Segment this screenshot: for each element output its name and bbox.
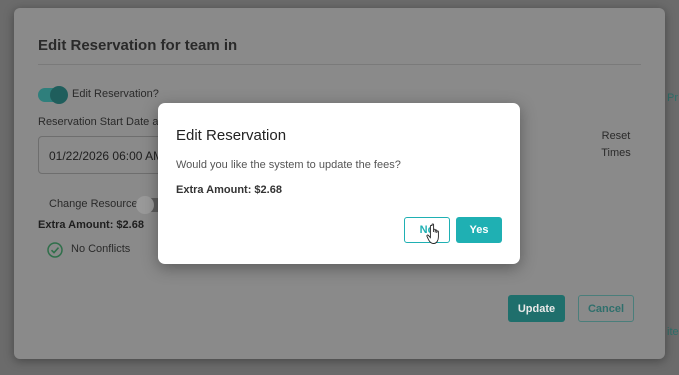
times-label: Times [601, 147, 631, 159]
start-date-label: Reservation Start Date and [38, 116, 158, 128]
background-edge-label: Pr [667, 92, 678, 104]
reset-times-link[interactable]: Reset Times [598, 128, 634, 162]
modal-divider [38, 64, 641, 65]
edit-reservation-label: Edit Reservation? [72, 88, 159, 100]
reset-label: Reset [601, 130, 631, 142]
start-date-value: 01/22/2026 06:00 AM [49, 149, 164, 163]
dialog-message: Would you like the system to update the … [176, 159, 401, 171]
change-resource-label: Change Resource? [49, 198, 144, 210]
background-edge-label-bottom: itel [667, 326, 679, 338]
confirm-dialog: Edit Reservation Would you like the syst… [158, 103, 520, 264]
start-date-input[interactable]: 01/22/2026 06:00 AM [38, 136, 178, 174]
no-button[interactable]: No [404, 217, 450, 243]
check-circle-icon [47, 242, 63, 258]
toggle-knob [136, 196, 154, 214]
cancel-button[interactable]: Cancel [578, 295, 634, 322]
update-button[interactable]: Update [508, 295, 565, 322]
edit-reservation-toggle[interactable] [38, 86, 68, 104]
modal-title: Edit Reservation for team in [38, 37, 238, 54]
dialog-extra-amount: Extra Amount: $2.68 [176, 184, 282, 196]
toggle-knob [50, 86, 68, 104]
no-conflicts-label: No Conflicts [71, 243, 131, 255]
yes-button[interactable]: Yes [456, 217, 502, 243]
dialog-title: Edit Reservation [176, 127, 287, 144]
extra-amount-text: Extra Amount: $2.68 [38, 219, 144, 231]
